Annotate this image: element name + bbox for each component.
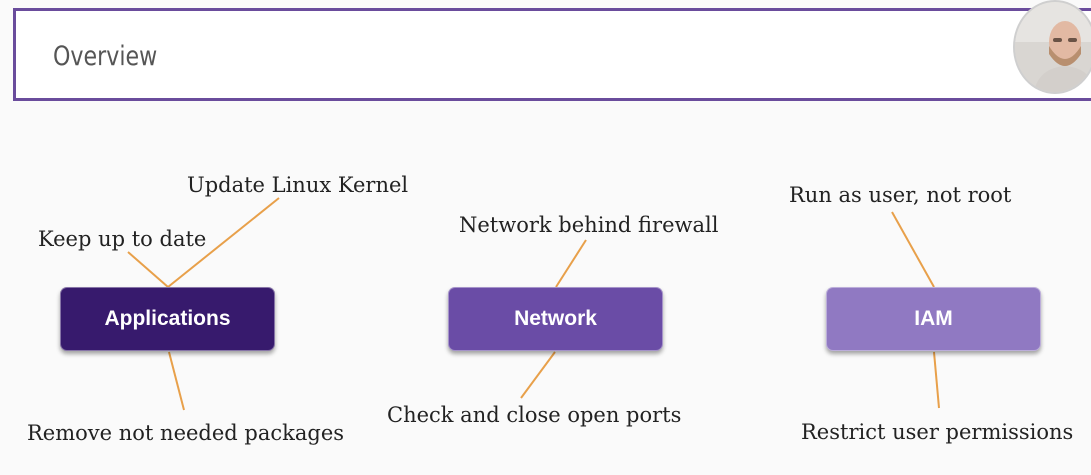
note-restrict-permissions: Restrict user permissions (801, 420, 1074, 444)
note-run-as-user: Run as user, not root (789, 183, 1012, 207)
connector-network-firewall (555, 239, 587, 288)
note-remove-packages: Remove not needed packages (27, 421, 345, 445)
connector-applications-uptodate (127, 251, 169, 288)
note-close-ports: Check and close open ports (387, 403, 682, 427)
connector-iam-user (891, 211, 935, 288)
connector-iam-permissions (933, 351, 940, 409)
connector-applications-packages (168, 351, 185, 411)
note-keep-up-to-date: Keep up to date (38, 227, 207, 251)
connector-network-ports (520, 351, 556, 399)
note-network-firewall: Network behind firewall (459, 213, 719, 237)
node-network: Network (448, 287, 663, 351)
note-update-kernel: Update Linux Kernel (187, 173, 409, 197)
node-applications: Applications (60, 287, 275, 351)
node-iam: IAM (826, 287, 1041, 351)
